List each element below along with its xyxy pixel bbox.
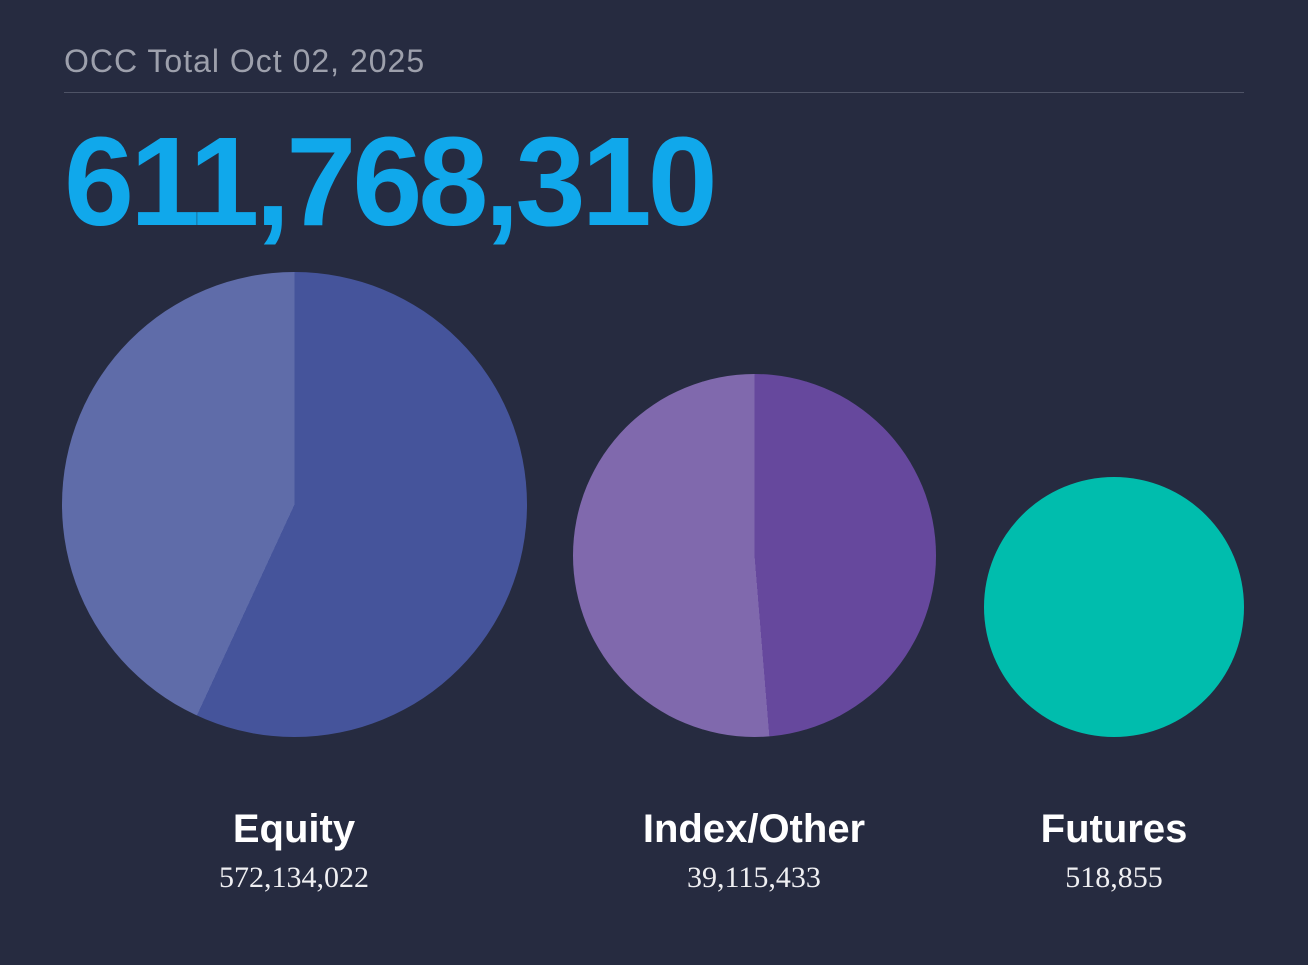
index-other-pie[interactable] xyxy=(573,374,936,737)
equity-pie-area xyxy=(62,267,527,737)
index-other-label: Index/Other xyxy=(643,809,865,849)
equity-value: 572,134,022 xyxy=(219,863,369,893)
dashboard: OCC Total Oct 02, 2025 611,768,310 Equit… xyxy=(0,0,1308,965)
index-other-value: 39,115,433 xyxy=(687,863,821,893)
equity-column: Equity 572,134,022 xyxy=(64,267,524,893)
total-volume-value: 611,768,310 xyxy=(64,119,1244,245)
futures-column: Futures 518,855 xyxy=(984,267,1244,893)
page-title: OCC Total Oct 02, 2025 xyxy=(64,44,1244,79)
index-other-column: Index/Other 39,115,433 xyxy=(524,267,984,893)
index-other-pie-area xyxy=(573,267,936,737)
title-divider xyxy=(64,92,1244,93)
futures-pie[interactable] xyxy=(984,477,1244,737)
pie-chart-row: Equity 572,134,022 Index/Other 39,115,43… xyxy=(64,267,1244,893)
equity-pie[interactable] xyxy=(62,272,527,737)
futures-label: Futures xyxy=(1041,809,1188,849)
futures-pie-area xyxy=(984,267,1244,737)
equity-label: Equity xyxy=(233,809,355,849)
futures-value: 518,855 xyxy=(1065,863,1163,893)
